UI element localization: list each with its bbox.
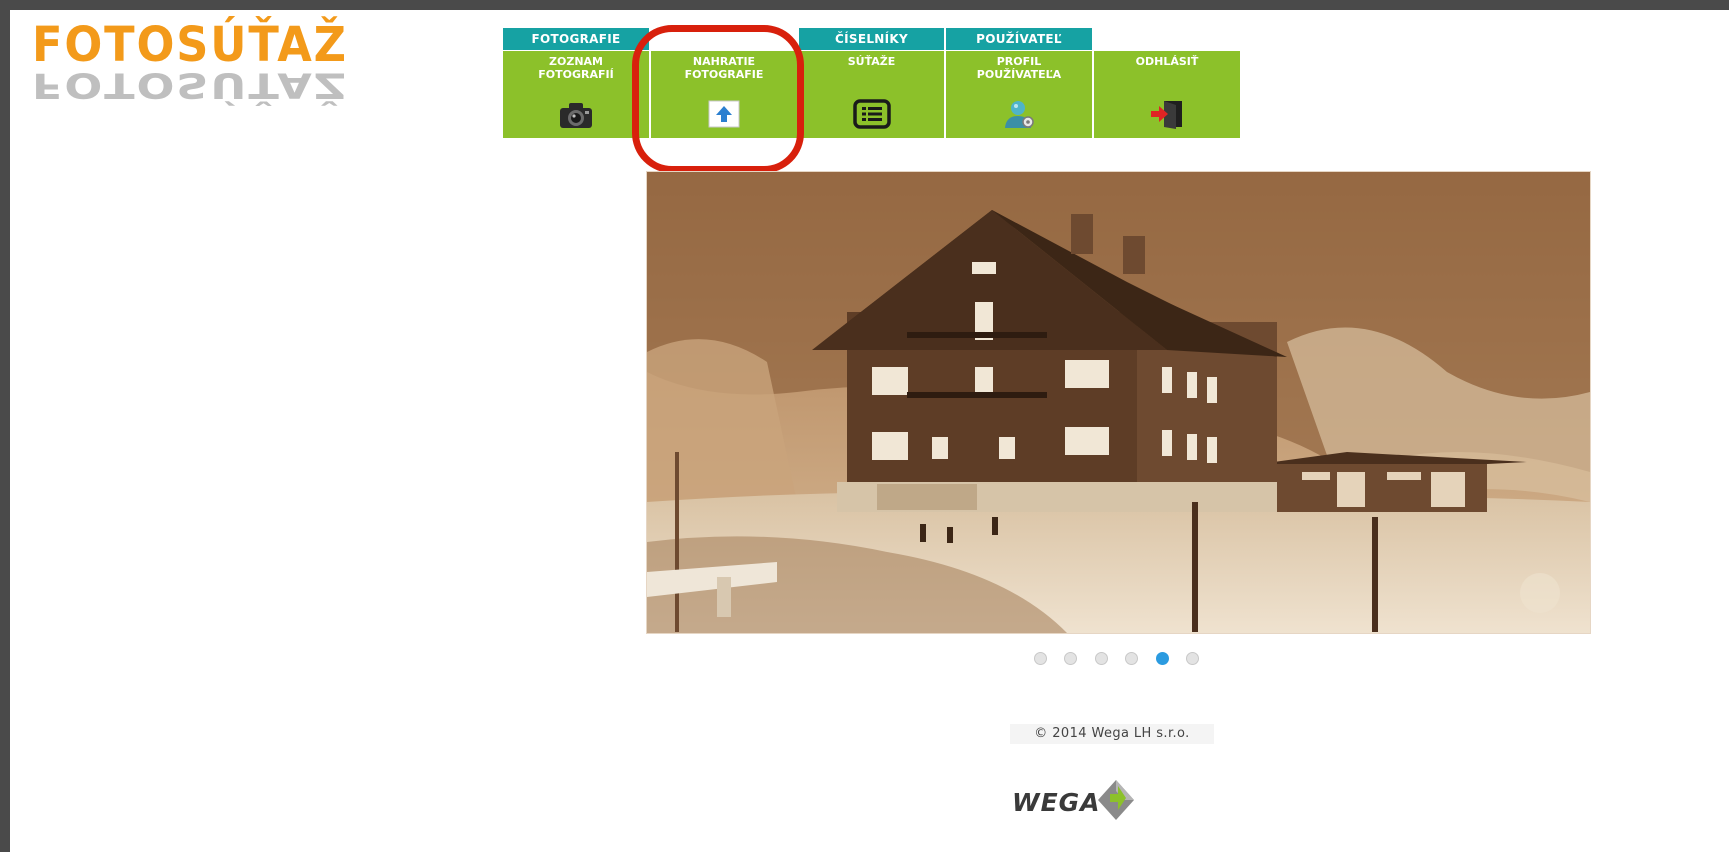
logout-icon bbox=[1149, 99, 1185, 132]
slider-dot[interactable] bbox=[1095, 652, 1108, 665]
slider-dot[interactable] bbox=[1064, 652, 1077, 665]
slider-dot[interactable] bbox=[1186, 652, 1199, 665]
page: FOTOSÚŤAŽ FOTOSÚŤAŽ FOTOGRAFIE ČÍSELNÍKY… bbox=[10, 10, 1729, 852]
wega-diamond-icon bbox=[1098, 780, 1134, 820]
nav-item-label: ODHLÁSIŤ bbox=[1135, 55, 1199, 68]
nav-item-label: ZOZNAM FOTOGRAFIÍ bbox=[538, 55, 614, 81]
camera-icon bbox=[557, 101, 595, 132]
slider-dot[interactable] bbox=[1125, 652, 1138, 665]
user-profile-icon bbox=[1001, 99, 1037, 132]
logo-reflection: FOTOSÚŤAŽ bbox=[32, 64, 348, 106]
nav-item-competitions[interactable]: SÚŤAŽE bbox=[799, 51, 946, 138]
wega-logo[interactable]: WEGA bbox=[1012, 770, 1134, 830]
logo-text: FOTOSÚŤAŽ bbox=[32, 17, 348, 73]
list-icon bbox=[852, 99, 892, 132]
slider-dot-active[interactable] bbox=[1156, 652, 1169, 665]
slider-dot[interactable] bbox=[1034, 652, 1047, 665]
nav-item-photo-list[interactable]: ZOZNAM FOTOGRAFIÍ bbox=[503, 51, 651, 138]
wega-brand-text: WEGA bbox=[1012, 788, 1101, 817]
site-logo[interactable]: FOTOSÚŤAŽ FOTOSÚŤAŽ bbox=[32, 21, 392, 109]
nav-item-label: SÚŤAŽE bbox=[847, 55, 896, 68]
photo-slider[interactable] bbox=[646, 171, 1591, 634]
nav-item-upload-photo[interactable]: NAHRATIE FOTOGRAFIE bbox=[651, 51, 799, 138]
nav-item-user-profile[interactable]: PROFIL POUŽÍVATEĽA bbox=[946, 51, 1094, 138]
upload-icon bbox=[707, 99, 741, 132]
nav-item-label: NAHRATIE FOTOGRAFIE bbox=[684, 55, 764, 81]
nav-item-logout[interactable]: ODHLÁSIŤ bbox=[1094, 51, 1242, 138]
copyright-text: © 2014 Wega LH s.r.o. bbox=[1010, 724, 1214, 744]
slider-photo bbox=[647, 172, 1590, 633]
nav-group-ciselniky: ČÍSELNÍKY bbox=[799, 28, 944, 50]
nav-group-fotografie: FOTOGRAFIE bbox=[503, 28, 649, 50]
nav-group-pouzivatel: POUŽÍVATEĽ bbox=[946, 28, 1092, 50]
nav-item-label: PROFIL POUŽÍVATEĽA bbox=[976, 55, 1062, 81]
